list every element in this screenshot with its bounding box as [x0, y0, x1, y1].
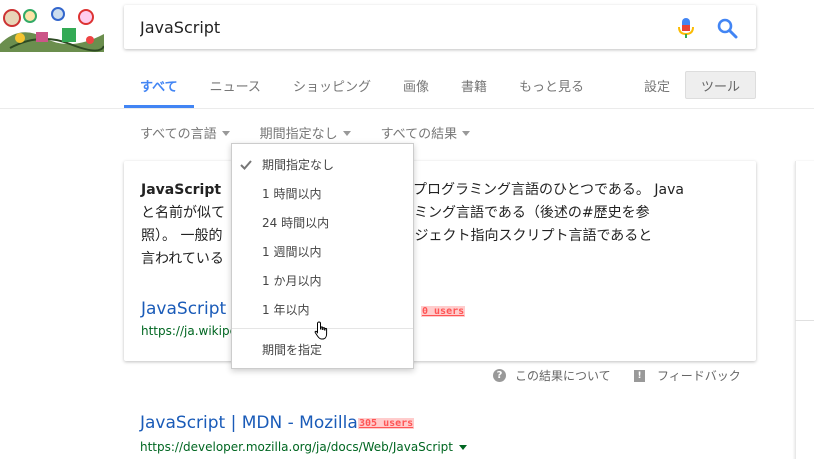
knowledge-panel-divider — [795, 320, 814, 321]
tab-settings[interactable]: 設定 — [644, 76, 670, 95]
search-box — [124, 5, 756, 49]
google-doodle-logo[interactable] — [0, 4, 104, 52]
snippet-line-2-right: グラミング言語である（後述の#歴史を参 — [386, 205, 650, 221]
tab-images[interactable]: 画像 — [387, 62, 445, 108]
dropdown-item-past-year[interactable]: 1 年以内 — [262, 301, 412, 318]
snippet-line-3-right: のオブジェクト指向スクリプト言語であると — [372, 228, 653, 244]
knowledge-panel-edge — [795, 161, 814, 459]
dropdown-item-custom-range[interactable]: 期間を指定 — [262, 341, 412, 358]
result-type-filter[interactable]: すべての結果 — [381, 123, 471, 142]
tab-more[interactable]: もっと見る — [503, 62, 600, 108]
hatena-users-badge[interactable]: 0 users — [421, 306, 466, 317]
snippet-line-2-left: と名前が似て — [141, 205, 225, 221]
chevron-down-icon — [462, 131, 471, 136]
snippet-line-3-left: 照）。 一般的 — [141, 228, 223, 244]
snippet-title: JavaScript — [141, 182, 222, 198]
dropdown-item-past-month[interactable]: 1 か月以内 — [262, 272, 412, 289]
tab-news[interactable]: ニュース — [194, 62, 277, 108]
url-options-caret-icon[interactable] — [458, 444, 467, 450]
time-filter-label: 期間指定なし — [259, 127, 338, 142]
feedback-link[interactable]: ! フィードバック — [634, 367, 741, 384]
tab-shopping[interactable]: ショッピング — [277, 62, 387, 108]
language-filter[interactable]: すべての言語 — [140, 123, 230, 142]
hatena-users-badge[interactable]: 305 users — [358, 418, 415, 429]
featured-snippet-card: JavaScript 、プログラミング言語のひとつである。 Java と名前が似て… — [124, 161, 756, 361]
search-input[interactable] — [140, 17, 660, 37]
microphone-icon[interactable] — [676, 17, 696, 39]
language-filter-label: すべての言語 — [140, 127, 217, 142]
time-filter[interactable]: 期間指定なし — [260, 123, 351, 142]
snippet-line-4-left: 言われている — [141, 251, 224, 267]
snippet-line-1-right: 、プログラミング言語のひとつである。 Java — [399, 182, 684, 198]
feedback-icon: ! — [634, 369, 645, 382]
hand-pointer-cursor-icon — [314, 321, 328, 340]
chevron-down-icon — [342, 131, 351, 136]
tools-button[interactable]: ツール — [685, 71, 756, 99]
about-this-result[interactable]: ? この結果について — [493, 367, 611, 384]
dropdown-item-past-24-hours[interactable]: 24 時間以内 — [262, 214, 412, 231]
search-tabs: すべて ニュース ショッピング 画像 書籍 もっと見る — [124, 62, 600, 108]
tab-books[interactable]: 書籍 — [445, 62, 503, 108]
header-divider — [0, 108, 814, 109]
result-title-link[interactable]: JavaScript | MDN - Mozilla — [140, 413, 358, 433]
search-icon[interactable] — [716, 17, 738, 39]
result-type-filter-label: すべての結果 — [380, 127, 458, 142]
help-icon: ? — [493, 369, 506, 382]
feedback-label: フィードバック — [657, 369, 741, 383]
checkmark-icon — [240, 160, 252, 170]
chevron-down-icon — [221, 131, 230, 136]
snippet-result-url: https://ja.wikipe — [141, 324, 237, 338]
dropdown-item-any-time[interactable]: 期間指定なし — [262, 156, 412, 173]
filter-bar: すべての言語 期間指定なし すべての結果 — [140, 123, 500, 142]
snippet-result-link[interactable]: JavaScript - — [141, 299, 238, 319]
result-url-text: https://developer.mozilla.org/ja/docs/We… — [140, 440, 453, 454]
result-url: https://developer.mozilla.org/ja/docs/We… — [140, 440, 467, 454]
tab-all[interactable]: すべて — [124, 62, 194, 108]
about-label: この結果について — [515, 369, 611, 383]
dropdown-item-past-week[interactable]: 1 週間以内 — [262, 243, 412, 260]
dropdown-item-past-hour[interactable]: 1 時間以内 — [262, 185, 412, 202]
